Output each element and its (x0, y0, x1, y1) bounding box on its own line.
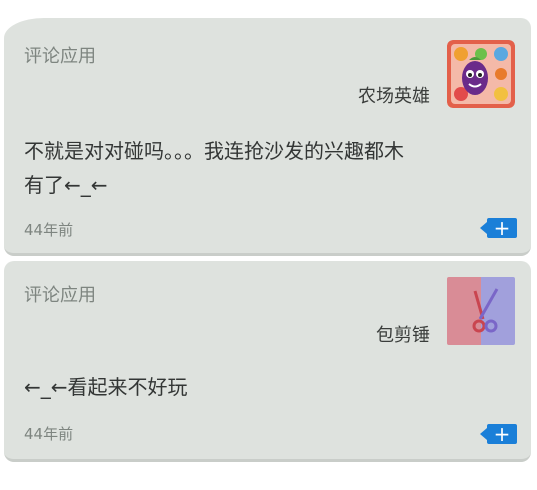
comment-card: 评论应用 包剪锤 ←_←看起来不好玩 44年前 + (4, 261, 531, 462)
comment-type-label: 评论应用 (24, 46, 96, 67)
comment-text: ←_←看起来不好玩 (24, 375, 188, 399)
timestamp: 44年前 (24, 221, 74, 239)
add-reply-button[interactable]: + (480, 218, 517, 238)
rock-paper-scissors-app-icon[interactable] (447, 277, 515, 345)
app-name[interactable]: 包剪锤 (376, 321, 430, 347)
comment-text: 不就是对对碰吗。。。我连抢沙发的兴趣都木 有了←_← (24, 139, 404, 197)
comment-type-label: 评论应用 (24, 285, 96, 306)
add-reply-button[interactable]: + (480, 424, 517, 444)
timestamp: 44年前 (24, 425, 74, 443)
comment-card: 评论应用 农场英雄 不就是对对碰吗。。。我连抢沙发的兴趣都木 有了←_← 44年… (4, 18, 531, 256)
farm-heroes-app-icon[interactable] (447, 40, 515, 108)
app-name[interactable]: 农场英雄 (358, 82, 430, 108)
